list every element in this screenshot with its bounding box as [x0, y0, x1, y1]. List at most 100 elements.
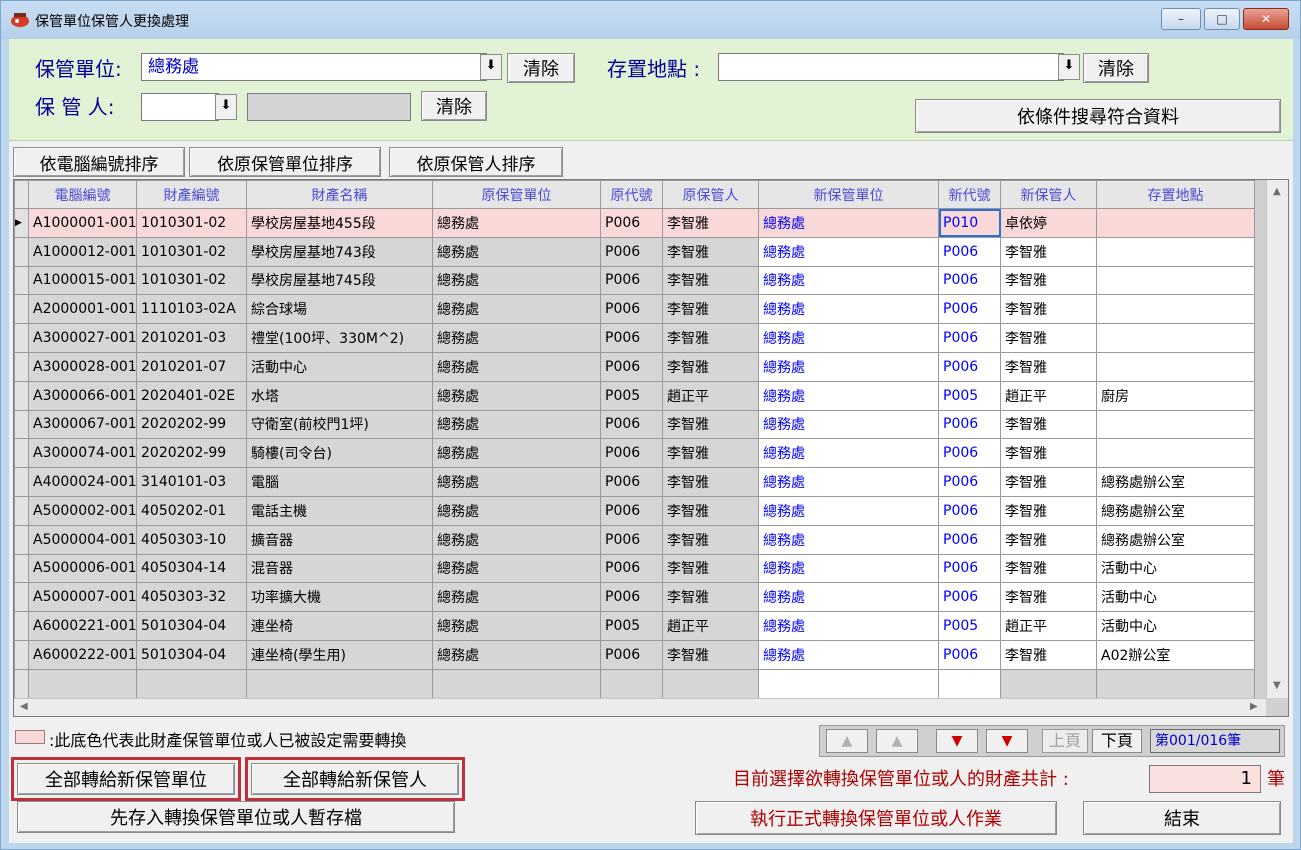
- table-cell[interactable]: 李智雅: [662, 294, 759, 325]
- table-cell[interactable]: 總務處: [758, 495, 939, 526]
- table-cell[interactable]: [1096, 208, 1255, 238]
- table-row[interactable]: A5000006-001 4050304-14 混音器 總務處 P006 李智雅 總務處 P0…: [14, 553, 1255, 584]
- scroll-right-icon[interactable]: ▶: [1250, 701, 1258, 712]
- table-cell[interactable]: A3000027-001: [28, 323, 137, 353]
- table-cell[interactable]: 4050304-14: [136, 553, 247, 584]
- table-cell[interactable]: 李智雅: [662, 236, 759, 267]
- column-header[interactable]: 原保管單位: [432, 180, 601, 209]
- table-cell[interactable]: 李智雅: [1000, 582, 1097, 613]
- table-cell[interactable]: 學校房屋基地455段: [246, 208, 433, 238]
- table-cell[interactable]: 總務處: [758, 265, 939, 296]
- table-cell[interactable]: 總務處: [432, 553, 601, 584]
- table-cell[interactable]: 1010301-02: [136, 208, 247, 238]
- table-cell[interactable]: 學校房屋基地745段: [246, 265, 433, 296]
- table-cell[interactable]: [1096, 438, 1255, 469]
- table-cell[interactable]: A5000007-001: [28, 582, 137, 613]
- table-cell[interactable]: 總務處: [758, 611, 939, 641]
- table-cell[interactable]: 5010304-04: [136, 639, 247, 670]
- table-cell[interactable]: A6000222-001: [28, 639, 137, 670]
- table-cell[interactable]: P006: [938, 323, 1001, 353]
- table-row[interactable]: A3000074-001 2020202-99 騎樓(司令台) 總務處 P006 李智雅總…: [14, 438, 1255, 469]
- table-cell[interactable]: 總務處: [432, 639, 601, 670]
- table-cell[interactable]: P006: [600, 582, 663, 613]
- table-cell[interactable]: P006: [938, 495, 1001, 526]
- table-cell[interactable]: A3000067-001: [28, 409, 137, 440]
- table-cell[interactable]: 總務處辦公室: [1096, 495, 1255, 526]
- table-cell[interactable]: P006: [600, 438, 663, 469]
- table-cell[interactable]: 混音器: [246, 553, 433, 584]
- table-cell[interactable]: A5000006-001: [28, 553, 137, 584]
- table-cell[interactable]: P006: [938, 553, 1001, 584]
- next-record-icon[interactable]: ▼: [936, 729, 978, 753]
- table-cell[interactable]: P006: [600, 553, 663, 584]
- close-button[interactable]: ✕: [1243, 8, 1289, 30]
- table-cell[interactable]: 總務處: [432, 438, 601, 469]
- table-cell[interactable]: 趙正平: [1000, 380, 1097, 411]
- table-cell[interactable]: P006: [600, 323, 663, 353]
- next-page-button[interactable]: 下頁: [1092, 729, 1142, 753]
- table-cell[interactable]: P006: [938, 639, 1001, 670]
- table-cell[interactable]: 總務處: [758, 553, 939, 584]
- table-cell[interactable]: 李智雅: [662, 582, 759, 613]
- table-cell[interactable]: 李智雅: [662, 639, 759, 670]
- table-cell[interactable]: 總務處: [432, 495, 601, 526]
- table-cell[interactable]: A5000002-001: [28, 495, 137, 526]
- table-cell[interactable]: 1110103-02A: [136, 294, 247, 325]
- table-cell[interactable]: 3140101-03: [136, 467, 247, 497]
- row-indicator[interactable]: [14, 438, 29, 469]
- all-to-new-unit-button[interactable]: 全部轉給新保管單位: [17, 763, 235, 795]
- table-cell[interactable]: 李智雅: [1000, 323, 1097, 353]
- horizontal-scrollbar[interactable]: ◀ ▶: [14, 698, 1266, 716]
- table-cell[interactable]: 5010304-04: [136, 611, 247, 641]
- location-input[interactable]: [718, 53, 1064, 81]
- table-cell[interactable]: 總務處: [432, 208, 601, 238]
- table-cell[interactable]: 總務處: [758, 524, 939, 555]
- row-indicator[interactable]: [14, 236, 29, 267]
- table-cell[interactable]: 2010201-07: [136, 351, 247, 382]
- table-cell[interactable]: [1096, 323, 1255, 353]
- table-cell[interactable]: 李智雅: [1000, 294, 1097, 325]
- table-row[interactable]: A2000001-001 1110103-02A 綜合球場 總務處 P006 李智雅 總務處…: [14, 294, 1255, 325]
- table-cell[interactable]: 活動中心: [1096, 582, 1255, 613]
- table-cell[interactable]: 2020401-02E: [136, 380, 247, 411]
- table-cell[interactable]: 守衛室(前校門1坪): [246, 409, 433, 440]
- table-cell[interactable]: 李智雅: [1000, 409, 1097, 440]
- last-record-icon[interactable]: ▼: [986, 729, 1028, 753]
- table-row[interactable]: A3000028-001 2010201-07 活動中心 總務處 P006 李智雅 總務處 P…: [14, 351, 1255, 382]
- table-cell[interactable]: 2020202-99: [136, 438, 247, 469]
- table-cell[interactable]: 2020202-99: [136, 409, 247, 440]
- table-cell[interactable]: 總務處: [758, 323, 939, 353]
- exit-button[interactable]: 結束: [1083, 801, 1281, 835]
- table-cell[interactable]: P006: [600, 639, 663, 670]
- table-row[interactable]: A5000004-001 4050303-10 擴音器 總務處 P006 李智雅 總務處 P0…: [14, 524, 1255, 555]
- column-header[interactable]: 原代號: [600, 180, 663, 209]
- table-cell[interactable]: A3000066-001: [28, 380, 137, 411]
- table-cell[interactable]: 李智雅: [1000, 438, 1097, 469]
- table-cell[interactable]: P010: [938, 208, 1001, 238]
- table-cell[interactable]: 總務處: [432, 409, 601, 440]
- table-cell[interactable]: 功率擴大機: [246, 582, 433, 613]
- column-header[interactable]: 新保管單位: [758, 180, 939, 209]
- scroll-up-icon[interactable]: ▲: [1273, 186, 1281, 197]
- table-cell[interactable]: 李智雅: [1000, 524, 1097, 555]
- table-cell[interactable]: [1096, 409, 1255, 440]
- table-row[interactable]: A3000066-001 2020401-02E 水塔 總務處 P005 趙正平 總務處 P0…: [14, 380, 1255, 411]
- table-cell[interactable]: P006: [938, 351, 1001, 382]
- table-cell[interactable]: 李智雅: [1000, 236, 1097, 267]
- table-cell[interactable]: 擴音器: [246, 524, 433, 555]
- table-row[interactable]: A3000067-001 2020202-99 守衛室(前校門1坪) 總務處 P006 李…: [14, 409, 1255, 440]
- row-indicator[interactable]: [14, 639, 29, 670]
- table-cell[interactable]: 李智雅: [1000, 265, 1097, 296]
- table-cell[interactable]: 活動中心: [1096, 611, 1255, 641]
- table-cell[interactable]: 趙正平: [662, 380, 759, 411]
- table-row[interactable]: ▶ A1000001-001 1010301-02 學校房屋基地455段 總務處 P006…: [14, 208, 1255, 238]
- sort-by-unit-button[interactable]: 依原保管單位排序: [189, 147, 381, 177]
- table-cell[interactable]: A1000015-001: [28, 265, 137, 296]
- column-header[interactable]: 新代號: [938, 180, 1001, 209]
- table-cell[interactable]: 總務處: [432, 380, 601, 411]
- table-cell[interactable]: 總務處: [758, 467, 939, 497]
- table-cell[interactable]: 連坐椅: [246, 611, 433, 641]
- column-header[interactable]: 財產編號: [136, 180, 247, 209]
- column-header[interactable]: 存置地點: [1096, 180, 1255, 209]
- table-cell[interactable]: A6000221-001: [28, 611, 137, 641]
